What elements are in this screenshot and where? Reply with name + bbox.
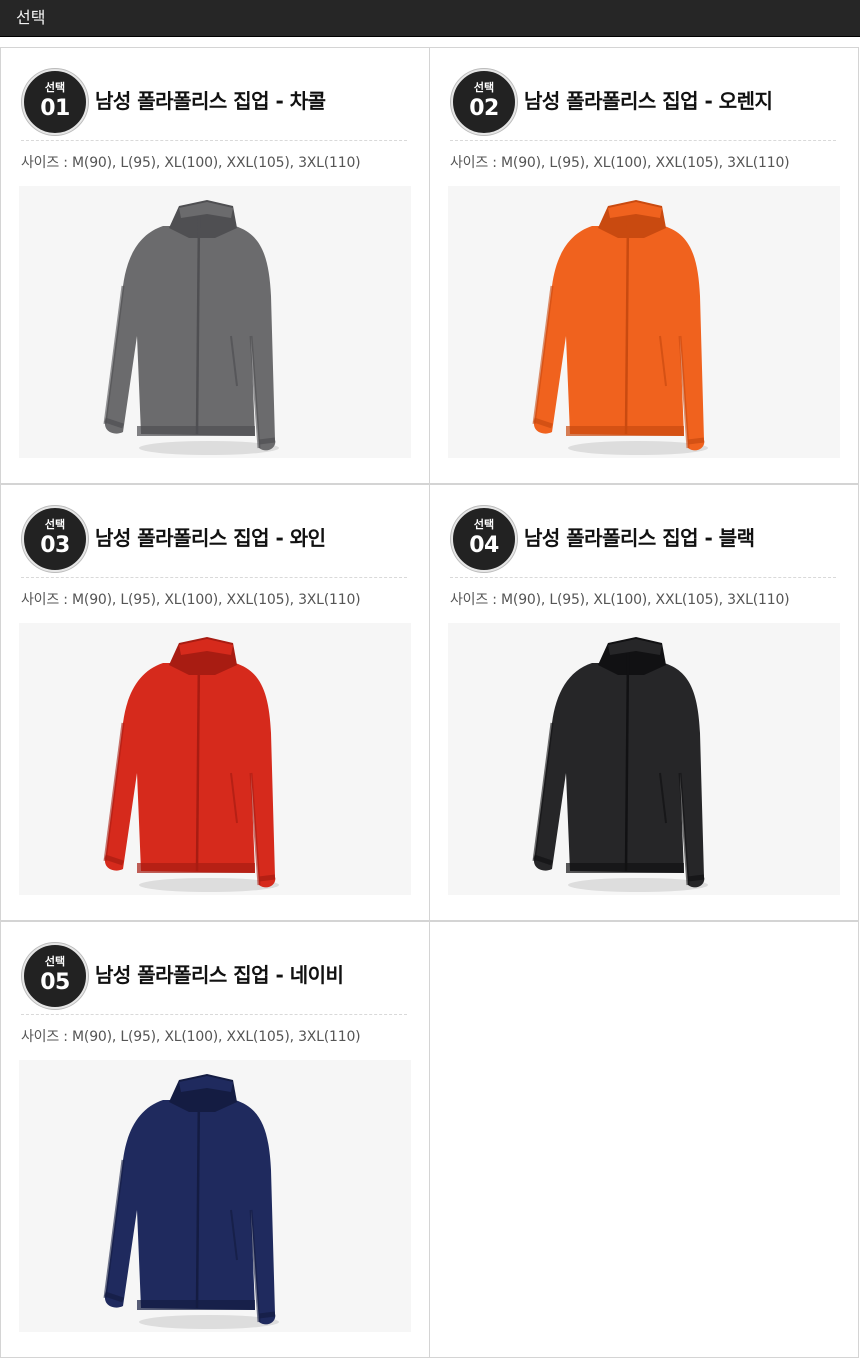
size-info: 사이즈 : M(90), L(95), XL(100), XXL(105), 3… — [21, 1029, 361, 1045]
fleece-jacket-icon — [103, 1074, 279, 1329]
fleece-jacket-icon — [532, 637, 708, 892]
badge-label: 선택 — [473, 81, 495, 94]
product-image[interactable] — [19, 1060, 411, 1332]
fleece-jacket-icon — [532, 200, 708, 455]
fleece-jacket-icon — [103, 200, 279, 455]
badge-number: 01 — [40, 96, 70, 121]
product-image[interactable] — [448, 623, 840, 895]
divider — [21, 577, 407, 578]
product-image[interactable] — [19, 623, 411, 895]
badge-label: 선택 — [473, 518, 495, 531]
badge-label: 선택 — [44, 518, 66, 531]
header-bar: 선택 — [0, 0, 860, 37]
product-title: 남성 폴라폴리스 집업 - 오렌지 — [524, 89, 773, 113]
divider — [450, 577, 836, 578]
size-info: 사이즈 : M(90), L(95), XL(100), XXL(105), 3… — [450, 155, 790, 171]
size-info: 사이즈 : M(90), L(95), XL(100), XXL(105), 3… — [450, 592, 790, 608]
product-title: 남성 폴라폴리스 집업 - 차콜 — [95, 89, 326, 113]
option-badge: 선택 03 — [22, 506, 88, 572]
option-badge: 선택 01 — [22, 69, 88, 135]
product-image[interactable] — [448, 186, 840, 458]
empty-cell — [429, 921, 859, 1358]
product-title: 남성 폴라폴리스 집업 - 블랙 — [524, 526, 755, 550]
badge-number: 04 — [469, 533, 499, 558]
badge-number: 02 — [469, 96, 499, 121]
divider — [21, 1014, 407, 1015]
product-card[interactable]: 선택 03 남성 폴라폴리스 집업 - 와인 사이즈 : M(90), L(95… — [0, 484, 430, 921]
product-title: 남성 폴라폴리스 집업 - 와인 — [95, 526, 326, 550]
product-card[interactable]: 선택 04 남성 폴라폴리스 집업 - 블랙 사이즈 : M(90), L(95… — [429, 484, 859, 921]
product-card[interactable]: 선택 01 남성 폴라폴리스 집업 - 차콜 사이즈 : M(90), L(95… — [0, 47, 430, 484]
fleece-jacket-icon — [103, 637, 279, 892]
product-title: 남성 폴라폴리스 집업 - 네이비 — [95, 963, 344, 987]
header-title: 선택 — [16, 8, 46, 27]
option-badge: 선택 02 — [451, 69, 517, 135]
option-badge: 선택 04 — [451, 506, 517, 572]
product-card[interactable]: 선택 02 남성 폴라폴리스 집업 - 오렌지 사이즈 : M(90), L(9… — [429, 47, 859, 484]
size-info: 사이즈 : M(90), L(95), XL(100), XXL(105), 3… — [21, 592, 361, 608]
badge-number: 05 — [40, 970, 70, 995]
divider — [450, 140, 836, 141]
product-card[interactable]: 선택 05 남성 폴라폴리스 집업 - 네이비 사이즈 : M(90), L(9… — [0, 921, 430, 1358]
divider — [21, 140, 407, 141]
product-grid: 선택 01 남성 폴라폴리스 집업 - 차콜 사이즈 : M(90), L(95… — [0, 47, 860, 1359]
product-image[interactable] — [19, 186, 411, 458]
option-badge: 선택 05 — [22, 943, 88, 1009]
size-info: 사이즈 : M(90), L(95), XL(100), XXL(105), 3… — [21, 155, 361, 171]
badge-label: 선택 — [44, 81, 66, 94]
badge-number: 03 — [40, 533, 70, 558]
badge-label: 선택 — [44, 955, 66, 968]
